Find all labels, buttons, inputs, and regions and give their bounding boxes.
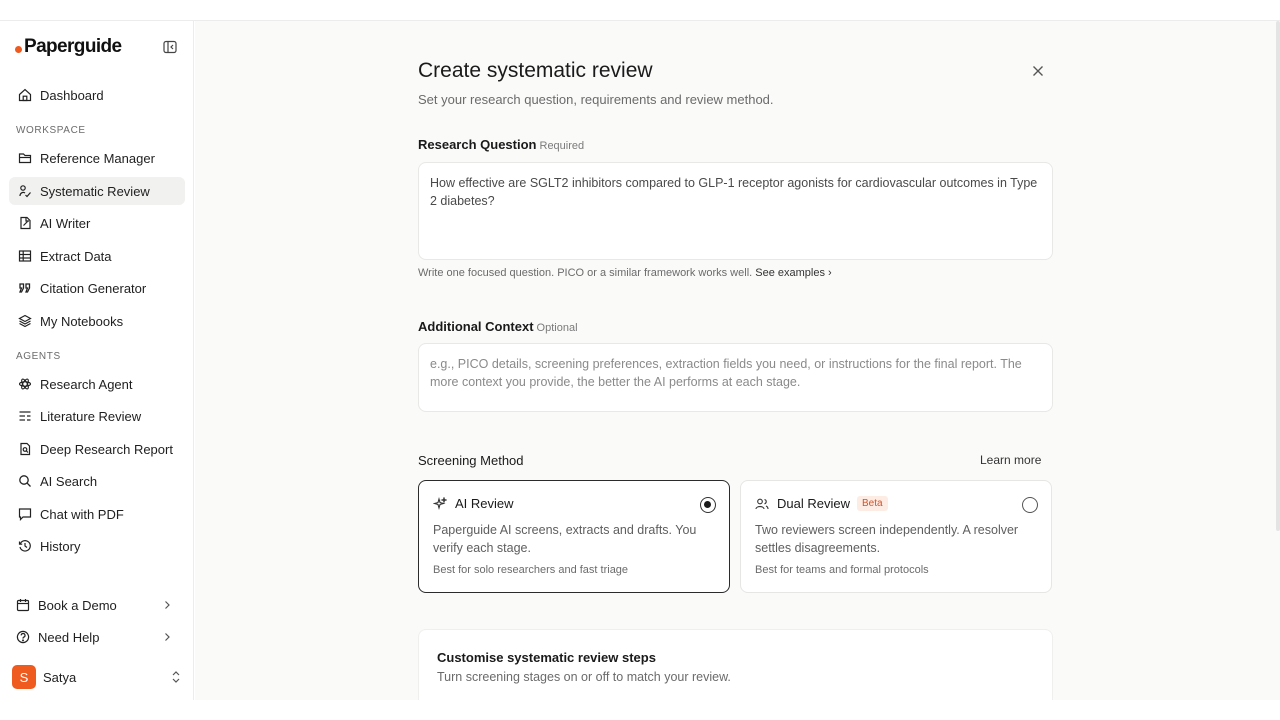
chevron-up-down-icon <box>172 671 180 683</box>
logo-text: Paperguide <box>24 36 122 57</box>
dual-review-header: Dual Review Beta <box>755 496 888 511</box>
sidebar-item-label: Citation Generator <box>40 280 147 296</box>
sidebar-item-book-demo[interactable]: Book a Demo <box>7 591 183 619</box>
additional-context-label: Additional Context Optional <box>418 319 578 334</box>
customise-steps-subtitle: Turn screening stages on or off to match… <box>437 670 731 684</box>
chevron-right-icon <box>165 633 170 641</box>
dual-review-description: Two reviewers screen independently. A re… <box>755 523 1019 555</box>
ai-review-header: AI Review <box>433 496 514 511</box>
screening-method-label: Screening Method <box>418 453 524 468</box>
report-icon <box>20 442 31 456</box>
research-question-input[interactable]: How effective are SGLT2 inhibitors compa… <box>418 162 1053 260</box>
see-examples-link[interactable]: See examples › <box>755 267 831 279</box>
home-icon <box>18 88 32 102</box>
sidebar-item-research-agent[interactable]: Research Agent <box>9 370 185 398</box>
ai-writer-icon <box>20 216 31 230</box>
sidebar-item-label: Chat with PDF <box>40 506 124 522</box>
sidebar-collapse-icon[interactable] <box>163 40 177 54</box>
dual-review-note: Best for teams and formal protocols <box>755 564 929 576</box>
ai-review-title: AI Review <box>455 496 514 511</box>
page-title: Create systematic review <box>418 59 653 82</box>
research-question-label: Research Question Required <box>418 137 584 152</box>
user-name: Satya <box>43 669 77 685</box>
layers-icon <box>18 314 32 328</box>
atom-icon <box>18 378 32 390</box>
sidebar-item-label: Deep Research Report <box>40 441 173 457</box>
customise-steps-card: Customise systematic review steps Turn s… <box>418 629 1053 700</box>
see-examples-text: See examples <box>755 267 825 279</box>
help-icon <box>16 630 30 644</box>
sidebar-item-label: Extract Data <box>40 248 112 264</box>
research-question-label-text: Research Question <box>418 137 537 152</box>
additional-context-label-text: Additional Context <box>418 319 534 334</box>
calendar-icon <box>16 599 30 612</box>
sidebar-item-need-help[interactable]: Need Help <box>7 623 183 651</box>
sidebar-item-chat-with-pdf[interactable]: Chat with PDF <box>9 500 185 528</box>
paperguide-logo[interactable]: Paperguide <box>15 36 122 58</box>
sidebar-item-label: AI Search <box>40 473 98 489</box>
list-icon <box>19 411 31 421</box>
sidebar-item-systematic-review[interactable]: Systematic Review <box>9 177 185 205</box>
chevron-right-icon <box>165 601 170 609</box>
sidebar-item-history[interactable]: History <box>9 532 185 560</box>
sparkles-icon <box>433 496 447 510</box>
page-subtitle: Set your research question, requirements… <box>418 92 774 107</box>
sidebar-item-my-notebooks[interactable]: My Notebooks <box>9 307 185 335</box>
sidebar-item-reference-manager[interactable]: Reference Manager <box>9 144 185 172</box>
optional-tag: Optional <box>536 322 578 334</box>
history-icon <box>18 540 31 552</box>
dual-review-radio[interactable] <box>1022 497 1038 513</box>
sidebar-item-label: My Notebooks <box>40 313 124 329</box>
main-content: Create systematic review Set your resear… <box>195 21 1280 700</box>
sidebar: Paperguide Dashboard WORKSPACE Reference… <box>0 21 194 700</box>
additional-context-input[interactable]: e.g., PICO details, screening preference… <box>418 343 1053 412</box>
ai-review-option[interactable]: AI Review Paperguide AI screens, extract… <box>418 480 730 593</box>
sidebar-item-label: Dashboard <box>40 87 104 103</box>
review-icon <box>19 185 31 198</box>
sidebar-item-label: Book a Demo <box>38 597 117 613</box>
users-icon <box>755 498 769 509</box>
sidebar-item-citation-generator[interactable]: Citation Generator <box>9 274 185 302</box>
quote-icon <box>19 283 31 293</box>
sidebar-item-deep-research-report[interactable]: Deep Research Report <box>9 435 185 463</box>
sidebar-item-ai-writer[interactable]: AI Writer <box>9 209 185 237</box>
user-menu[interactable]: S Satya <box>12 664 184 690</box>
ai-review-radio[interactable] <box>700 497 716 513</box>
beta-badge: Beta <box>856 496 888 511</box>
avatar: S <box>12 665 36 689</box>
sidebar-item-label: History <box>40 538 81 554</box>
scrollbar[interactable] <box>1276 21 1280 531</box>
ai-review-description: Paperguide AI screens, extracts and draf… <box>433 523 697 555</box>
agents-section-label: AGENTS <box>16 351 61 362</box>
dual-review-option[interactable]: Dual Review Beta Two reviewers screen in… <box>740 480 1052 593</box>
customise-steps-title: Customise systematic review steps <box>437 650 656 665</box>
sidebar-item-label: Research Agent <box>40 376 133 392</box>
sidebar-item-literature-review[interactable]: Literature Review <box>9 402 185 430</box>
workspace-section-label: WORKSPACE <box>16 125 86 136</box>
dual-review-title: Dual Review <box>777 496 850 511</box>
logo-dot <box>15 46 22 53</box>
ai-review-note: Best for solo researchers and fast triag… <box>433 564 629 576</box>
folder-icon <box>18 153 32 164</box>
sidebar-item-label: Reference Manager <box>40 150 155 166</box>
sidebar-item-dashboard[interactable]: Dashboard <box>9 81 185 109</box>
learn-more-link[interactable]: Learn more <box>980 453 1041 467</box>
sidebar-item-label: Literature Review <box>40 408 142 424</box>
table-icon <box>18 250 32 262</box>
search-icon <box>19 475 31 487</box>
sidebar-item-label: Need Help <box>38 629 100 645</box>
chat-icon <box>18 508 32 521</box>
sidebar-item-ai-search[interactable]: AI Search <box>9 467 185 495</box>
hint-text: Write one focused question. PICO or a si… <box>418 267 753 279</box>
required-tag: Required <box>539 140 585 152</box>
close-icon[interactable] <box>1031 64 1045 78</box>
bottom-strip <box>0 700 1280 720</box>
sidebar-item-label: AI Writer <box>40 215 91 231</box>
research-question-hint: Write one focused question. PICO or a si… <box>418 267 832 279</box>
sidebar-item-extract-data[interactable]: Extract Data <box>9 242 185 270</box>
top-bar <box>0 0 1280 21</box>
sidebar-item-label: Systematic Review <box>40 183 150 199</box>
